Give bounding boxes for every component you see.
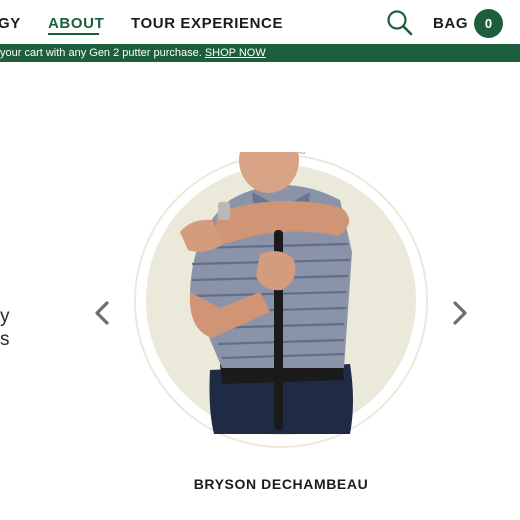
active-nav-underline [48,33,99,35]
player-portrait [134,152,428,448]
shop-now-link[interactable]: SHOP NOW [205,47,266,59]
chevron-right-icon[interactable] [448,298,472,328]
search-icon[interactable] [385,8,415,38]
top-navigation: GY ABOUT TOUR EXPERIENCE BAG 0 [0,0,520,46]
nav-link-about[interactable]: ABOUT [48,15,104,32]
side-description-text: y s [0,305,10,351]
nav-link-technology[interactable]: GY [0,15,21,32]
player-watch [218,202,230,220]
bag-label[interactable]: BAG [433,15,468,32]
bag-count-badge[interactable]: 0 [474,9,503,38]
player-carousel-slide[interactable] [132,152,430,450]
side-text-line-1: y [0,306,10,327]
promo-banner: your cart with any Gen 2 putter purchase… [0,44,520,62]
side-text-line-2: s [0,329,10,350]
nav-link-tour-experience[interactable]: TOUR EXPERIENCE [131,15,283,32]
player-name-label: BRYSON DECHAMBEAU [193,476,369,492]
chevron-left-icon[interactable] [90,298,114,328]
promo-text: your cart with any Gen 2 putter purchase… [0,47,205,59]
